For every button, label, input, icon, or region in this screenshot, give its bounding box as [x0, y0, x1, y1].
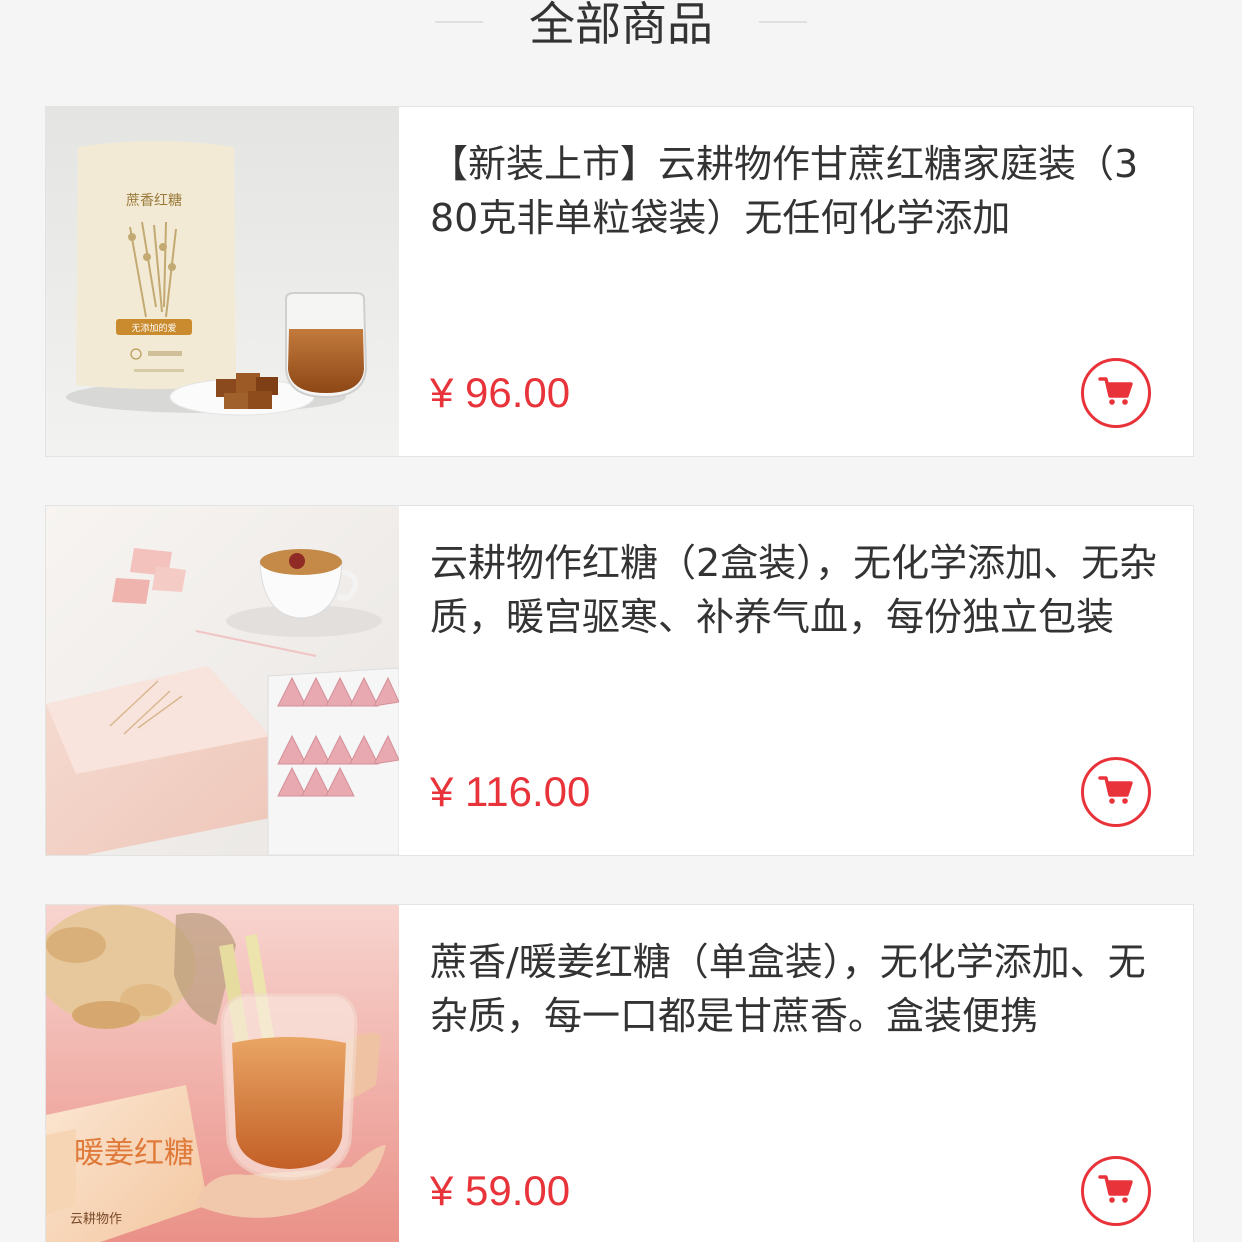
product-image[interactable] — [46, 506, 399, 855]
divider-right — [759, 21, 807, 23]
section-title: 全部商品 — [529, 0, 713, 51]
product-title[interactable]: 【新装上市】云耕物作甘蔗红糖家庭装（380克非单粒袋装）无任何化学添加 — [430, 137, 1160, 245]
product-card[interactable]: 暖姜红糖 云耕物作 蔗香/暖姜红糖（单盒装），无化学添加、无杂质，每一口都是甘蔗… — [45, 904, 1194, 1242]
box-brand: 云耕物作 — [70, 1211, 122, 1227]
product-price: ¥ 116.00 — [430, 768, 591, 815]
shopping-cart-icon — [1098, 1173, 1134, 1209]
product-image[interactable]: 蔗香红糖 无添加的爱 — [46, 107, 399, 456]
product-card[interactable]: 云耕物作红糖（2盒装），无化学添加、无杂质，暖宫驱寒、补养气血，每份独立包装 ¥… — [45, 505, 1194, 856]
bag-label: 蔗香红糖 — [126, 193, 182, 209]
product-title[interactable]: 蔗香/暖姜红糖（单盒装），无化学添加、无杂质，每一口都是甘蔗香。盒装便携 — [430, 935, 1160, 1043]
section-header: 全部商品 — [0, 0, 1242, 51]
product-image[interactable]: 暖姜红糖 云耕物作 — [46, 905, 399, 1242]
bag-tag: 无添加的爱 — [131, 322, 176, 334]
page: 全部商品 蔗香红糖 无添加的爱 【新装上市】云耕物作甘蔗红糖家庭装（380克非单… — [0, 0, 1242, 1242]
box-label: 暖姜红糖 — [74, 1136, 194, 1171]
shopping-cart-icon — [1098, 774, 1134, 810]
product-title[interactable]: 云耕物作红糖（2盒装），无化学添加、无杂质，暖宫驱寒、补养气血，每份独立包装 — [430, 536, 1160, 644]
product-card[interactable]: 蔗香红糖 无添加的爱 【新装上市】云耕物作甘蔗红糖家庭装（380克非单粒袋装）无… — [45, 106, 1194, 457]
add-to-cart-button[interactable] — [1081, 757, 1151, 827]
product-price: ¥ 96.00 — [430, 369, 571, 416]
product-price: ¥ 59.00 — [430, 1167, 571, 1214]
shopping-cart-icon — [1098, 375, 1134, 411]
add-to-cart-button[interactable] — [1081, 358, 1151, 428]
add-to-cart-button[interactable] — [1081, 1156, 1151, 1226]
